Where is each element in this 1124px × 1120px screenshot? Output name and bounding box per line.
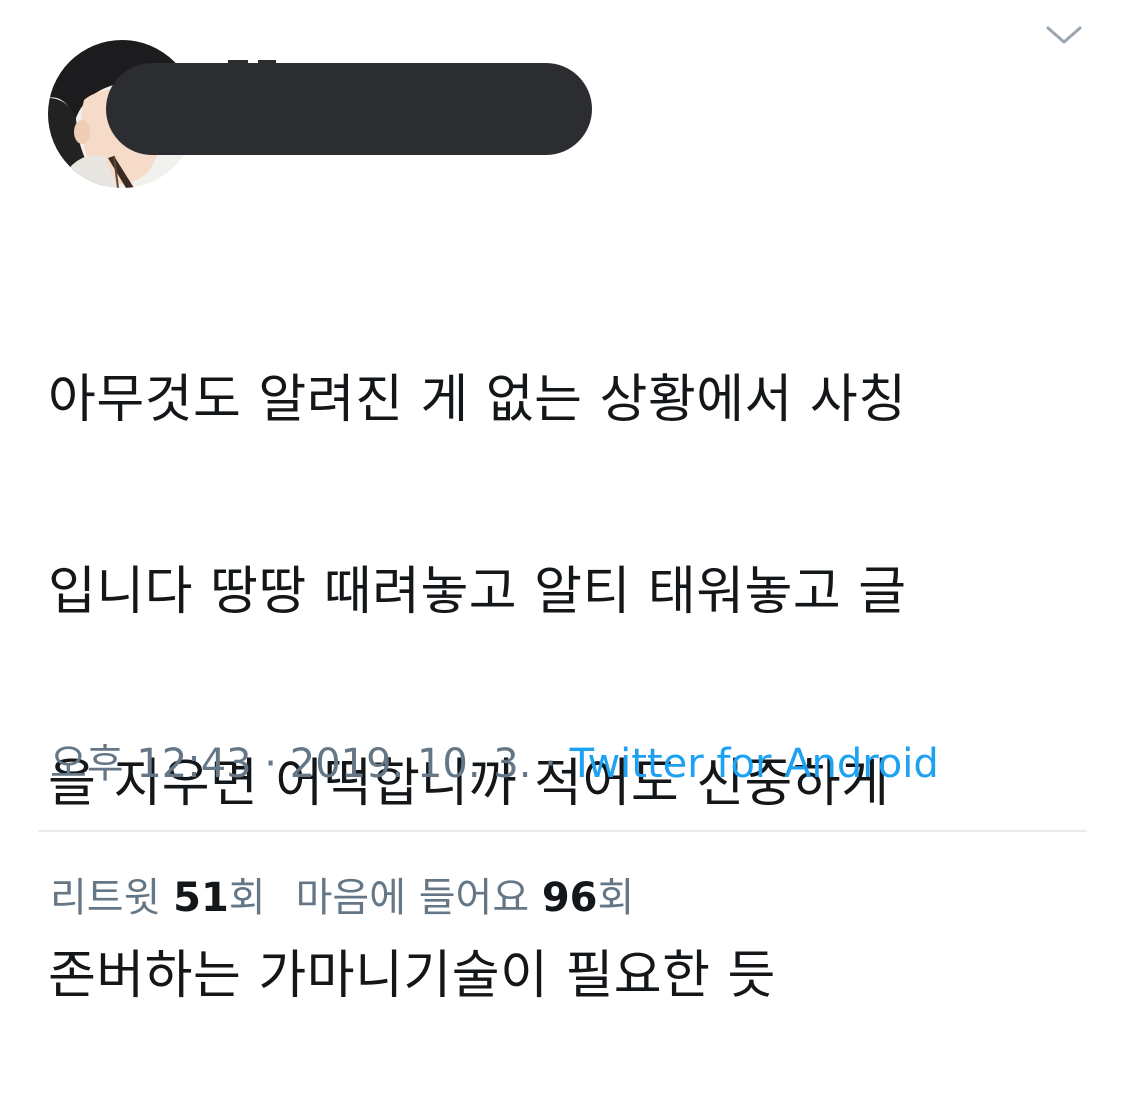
tweet-source-link[interactable]: Twitter for Android bbox=[570, 741, 939, 787]
tweet-stats: 리트윗 51회 마음에 들어요 96회 bbox=[50, 872, 634, 924]
likes-unit: 회 bbox=[597, 875, 635, 921]
tweet-line: 아무것도 알려진 게 없는 상황에서 사칭 bbox=[48, 370, 907, 430]
retweets-count: 51 bbox=[173, 875, 229, 921]
likes-stat[interactable]: 마음에 들어요 96회 bbox=[296, 875, 635, 921]
meta-separator: · bbox=[251, 741, 290, 787]
tweet-line: 입니다 땅땅 때려놓고 알티 태워놓고 글 bbox=[48, 562, 907, 622]
tweet-date[interactable]: 2019. 10. 3. bbox=[290, 741, 532, 787]
tweet-meta: 오후 12:43 · 2019. 10. 3. · Twitter for An… bbox=[50, 738, 939, 790]
retweets-stat[interactable]: 리트윗 51회 bbox=[50, 875, 266, 921]
likes-count: 96 bbox=[541, 875, 598, 921]
divider bbox=[38, 830, 1087, 832]
retweets-label: 리트윗 bbox=[50, 875, 161, 921]
redacted-user-info bbox=[106, 63, 592, 155]
meta-separator: · bbox=[531, 741, 570, 787]
likes-label: 마음에 들어요 bbox=[295, 875, 530, 921]
tweet-line: 존버하는 가마니기술이 필요한 듯 bbox=[48, 946, 776, 1006]
tweet-time[interactable]: 오후 12:43 bbox=[50, 741, 252, 787]
tweet-text: 아무것도 알려진 게 없는 상황에서 사칭 입니다 땅땅 때려놓고 알티 태워놓… bbox=[48, 256, 1058, 1120]
chevron-down-icon[interactable] bbox=[1040, 18, 1088, 50]
retweets-unit: 회 bbox=[228, 875, 266, 921]
